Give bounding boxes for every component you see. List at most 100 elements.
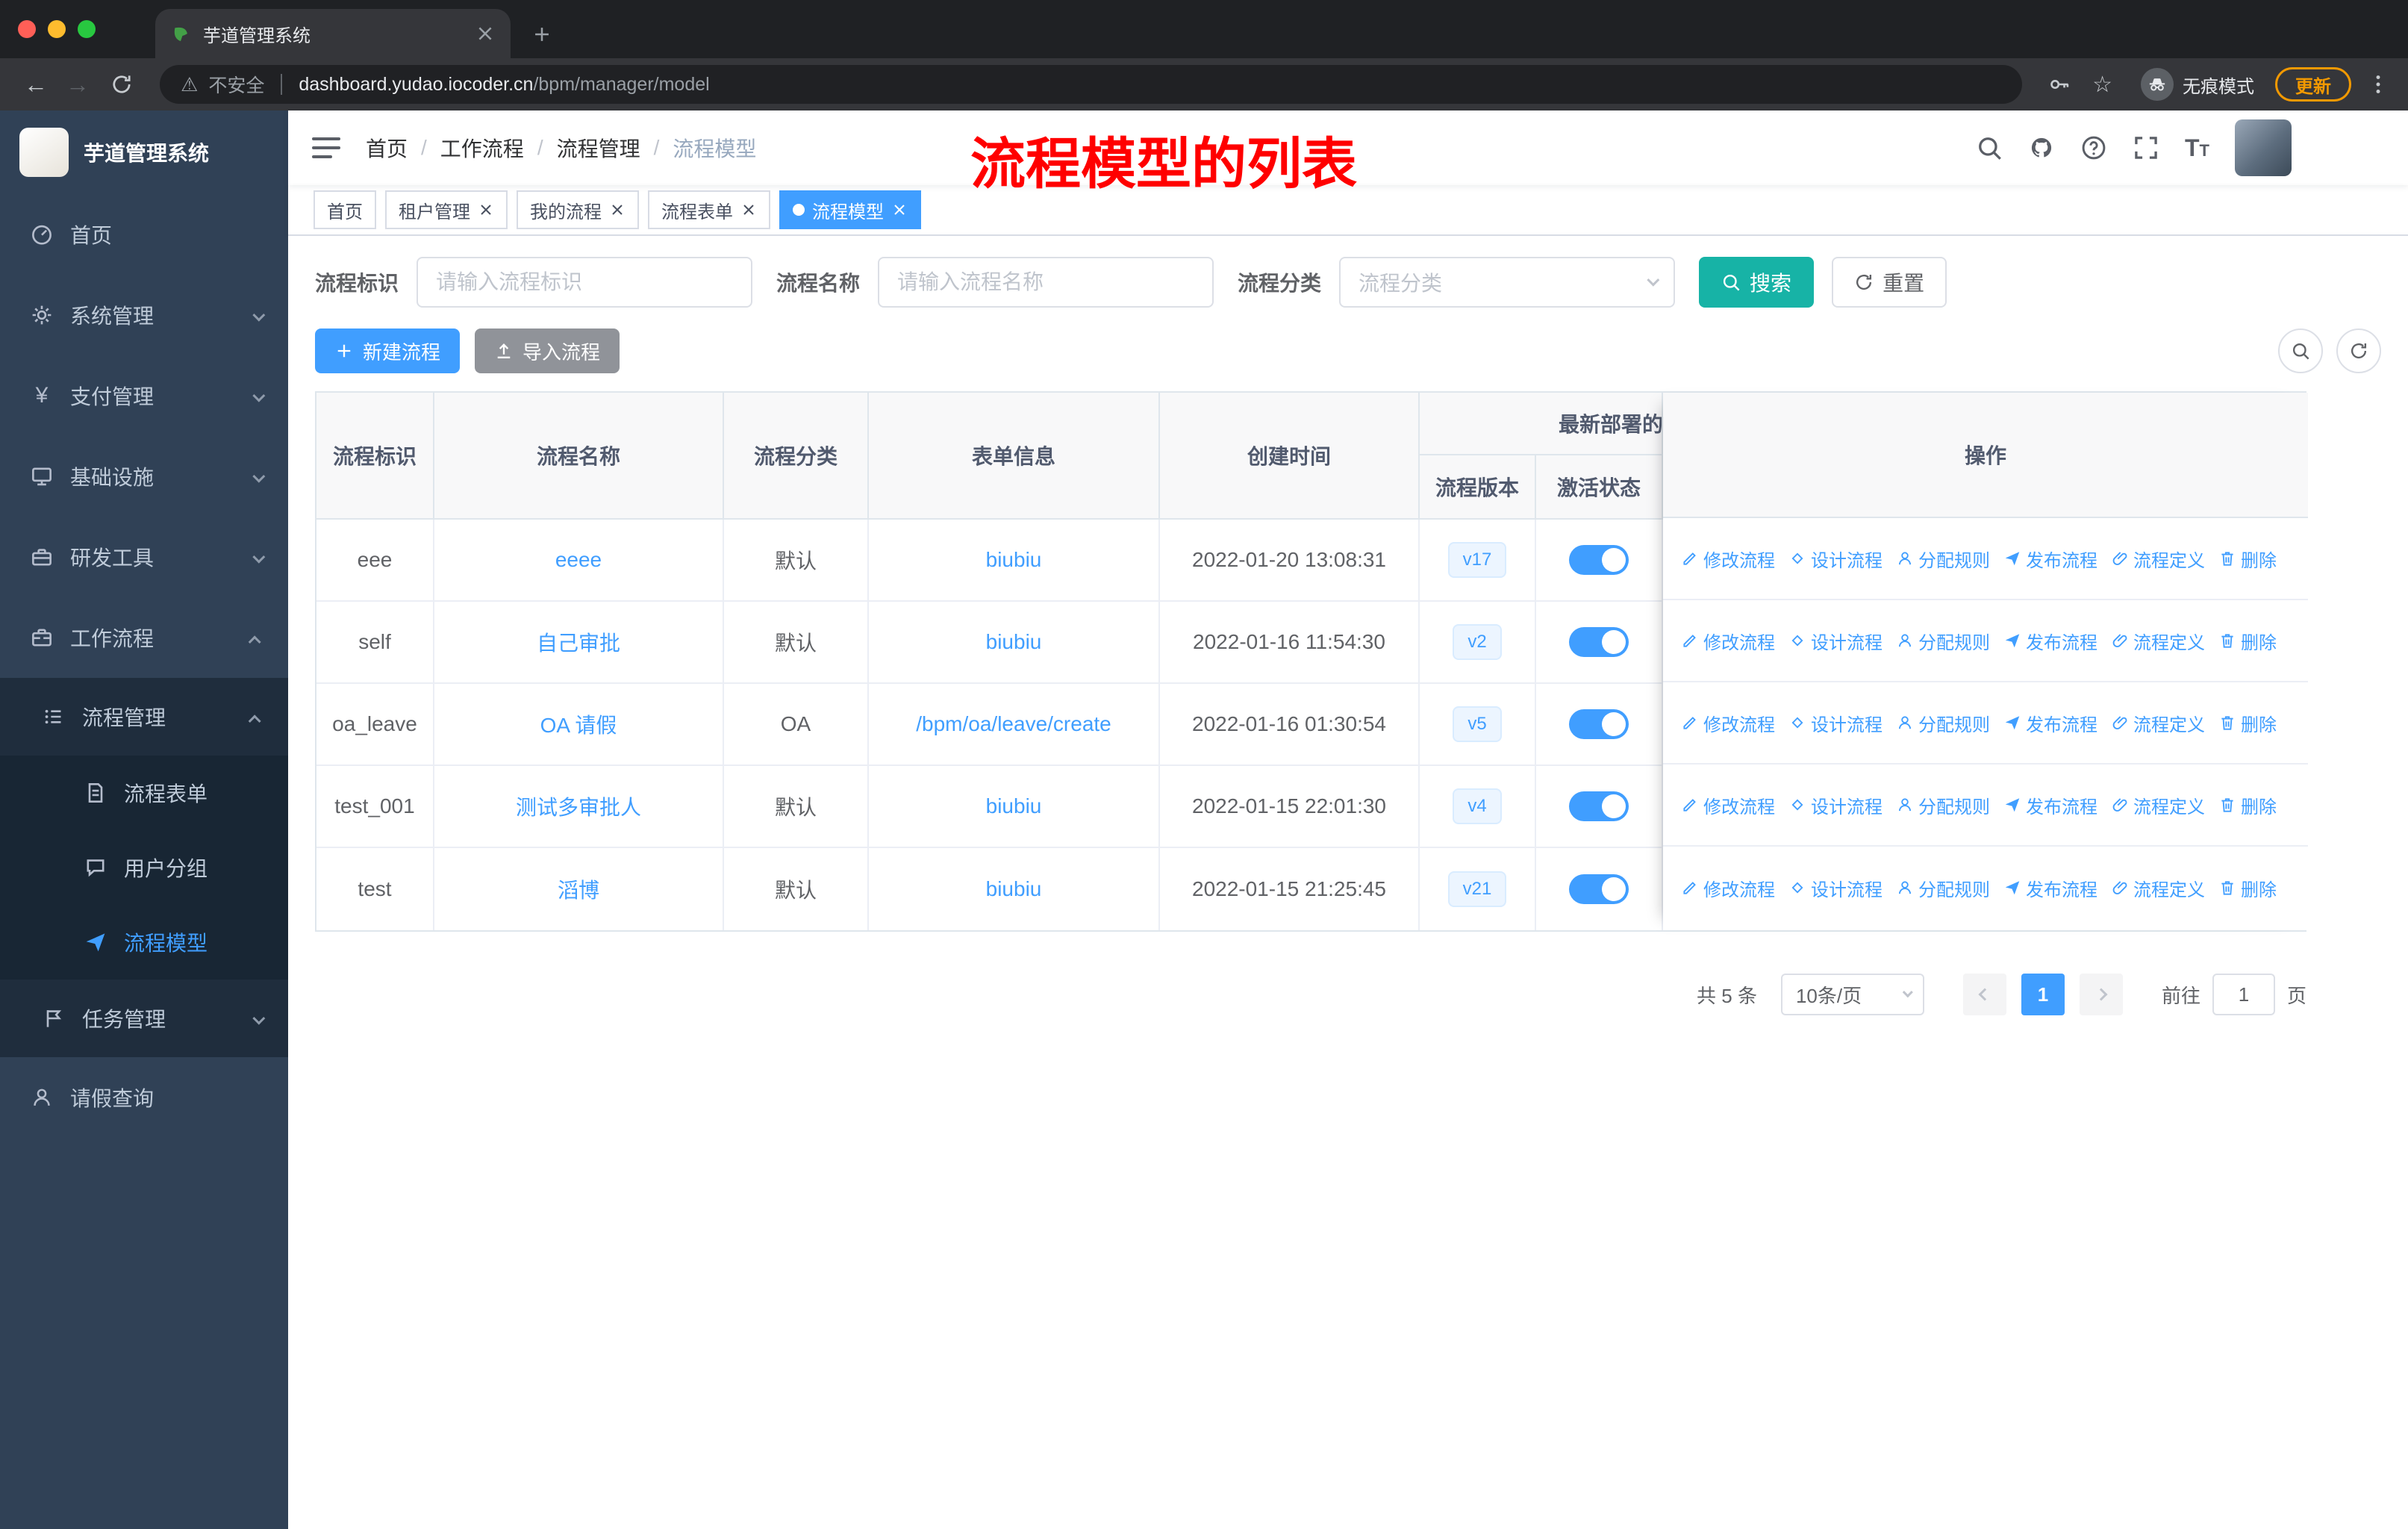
action-design[interactable]: 设计流程: [1788, 546, 1883, 572]
back-icon[interactable]: ←: [18, 71, 54, 99]
process-name-link[interactable]: 滔博: [558, 874, 599, 904]
action-edit[interactable]: 修改流程: [1681, 792, 1775, 818]
action-delete[interactable]: 删除: [2218, 875, 2277, 901]
font-size-icon[interactable]: TT: [2185, 134, 2209, 162]
close-window-button[interactable]: [18, 20, 36, 38]
prev-page-button[interactable]: [1962, 974, 2006, 1015]
tag-flow-model[interactable]: 流程模型: [779, 190, 921, 229]
form-info-link[interactable]: biubiu: [986, 548, 1042, 572]
process-name-link[interactable]: 自己审批: [537, 627, 620, 657]
process-name-link[interactable]: eeee: [555, 548, 602, 572]
forward-icon[interactable]: →: [60, 71, 96, 99]
process-name-input[interactable]: [878, 257, 1214, 308]
form-info-link[interactable]: biubiu: [986, 630, 1042, 654]
tag-tenant-manage[interactable]: 租户管理: [385, 190, 508, 229]
process-name-link[interactable]: OA 请假: [540, 709, 617, 739]
sidebar-item-infra[interactable]: 基础设施: [0, 436, 288, 517]
github-icon[interactable]: [2028, 134, 2055, 161]
tab-close-icon[interactable]: [475, 23, 496, 44]
bookmark-star-icon[interactable]: ☆: [2092, 72, 2112, 98]
browser-menu-icon[interactable]: [2366, 72, 2390, 96]
avatar[interactable]: [2235, 119, 2292, 176]
toggle-search-button[interactable]: [2278, 328, 2323, 373]
action-publish[interactable]: 发布流程: [2003, 710, 2097, 736]
hamburger-icon[interactable]: [312, 137, 340, 158]
form-info-link[interactable]: biubiu: [986, 794, 1042, 818]
action-edit[interactable]: 修改流程: [1681, 628, 1775, 654]
category-select[interactable]: 流程分类: [1339, 257, 1676, 308]
goto-page-input[interactable]: [2212, 974, 2275, 1015]
sidebar-item-user-group[interactable]: 用户分组: [0, 830, 288, 905]
help-icon[interactable]: [2080, 134, 2107, 161]
action-definition[interactable]: 流程定义: [2111, 875, 2205, 901]
activation-toggle[interactable]: [1569, 709, 1629, 739]
reload-icon[interactable]: [110, 73, 133, 96]
next-page-button[interactable]: [2079, 974, 2123, 1015]
tag-flow-form[interactable]: 流程表单: [648, 190, 770, 229]
action-edit[interactable]: 修改流程: [1681, 875, 1775, 901]
sidebar-item-system[interactable]: 系统管理: [0, 275, 288, 355]
activation-toggle[interactable]: [1569, 545, 1629, 575]
action-design[interactable]: 设计流程: [1788, 628, 1883, 654]
form-info-link[interactable]: biubiu: [986, 877, 1042, 901]
action-assign-rule[interactable]: 分配规则: [1896, 710, 1990, 736]
close-icon[interactable]: [740, 202, 757, 218]
create-process-button[interactable]: 新建流程: [315, 328, 461, 373]
reset-button[interactable]: 重置: [1832, 257, 1947, 308]
action-delete[interactable]: 删除: [2218, 792, 2277, 818]
action-delete[interactable]: 删除: [2218, 628, 2277, 654]
action-edit[interactable]: 修改流程: [1681, 546, 1775, 572]
breadcrumb-home[interactable]: 首页: [366, 133, 408, 163]
form-info-link[interactable]: /bpm/oa/leave/create: [916, 712, 1111, 736]
search-icon[interactable]: [1976, 134, 2003, 161]
minimize-window-button[interactable]: [48, 20, 66, 38]
update-button[interactable]: 更新: [2275, 67, 2351, 102]
action-design[interactable]: 设计流程: [1788, 710, 1883, 736]
url-bar[interactable]: ⚠ 不安全 dashboard.yudao.iocoder.cn/bpm/man…: [160, 65, 2023, 104]
sidebar-item-devtools[interactable]: 研发工具: [0, 517, 288, 597]
action-assign-rule[interactable]: 分配规则: [1896, 628, 1990, 654]
action-assign-rule[interactable]: 分配规则: [1896, 546, 1990, 572]
action-edit[interactable]: 修改流程: [1681, 710, 1775, 736]
action-publish[interactable]: 发布流程: [2003, 875, 2097, 901]
sidebar-item-flow-manage[interactable]: 流程管理: [0, 678, 288, 756]
close-icon[interactable]: [891, 202, 908, 218]
page-number-button[interactable]: 1: [2021, 974, 2065, 1015]
sidebar-item-home[interactable]: 首页: [0, 194, 288, 275]
zoom-window-button[interactable]: [78, 20, 96, 38]
browser-tab[interactable]: 芋道管理系统: [155, 9, 511, 58]
action-assign-rule[interactable]: 分配规则: [1896, 792, 1990, 818]
fullscreen-icon[interactable]: [2133, 134, 2159, 161]
sidebar-item-leave-query[interactable]: 请假查询: [0, 1057, 288, 1138]
action-assign-rule[interactable]: 分配规则: [1896, 875, 1990, 901]
tag-my-flow[interactable]: 我的流程: [517, 190, 639, 229]
action-definition[interactable]: 流程定义: [2111, 628, 2205, 654]
action-delete[interactable]: 删除: [2218, 710, 2277, 736]
refresh-table-button[interactable]: [2336, 328, 2381, 373]
sidebar-item-workflow[interactable]: 工作流程: [0, 597, 288, 678]
sidebar-item-flow-form[interactable]: 流程表单: [0, 756, 288, 830]
action-definition[interactable]: 流程定义: [2111, 792, 2205, 818]
close-icon[interactable]: [609, 202, 626, 218]
activation-toggle[interactable]: [1569, 874, 1629, 904]
activation-toggle[interactable]: [1569, 627, 1629, 657]
action-delete[interactable]: 删除: [2218, 546, 2277, 572]
sidebar-item-flow-model[interactable]: 流程模型: [0, 905, 288, 980]
action-publish[interactable]: 发布流程: [2003, 628, 2097, 654]
tag-home[interactable]: 首页: [314, 190, 376, 229]
breadcrumb-flow-manage[interactable]: 流程管理: [557, 133, 640, 163]
password-key-icon[interactable]: [2047, 72, 2071, 96]
page-size-select[interactable]: 10条/页: [1780, 974, 1924, 1015]
sidebar-item-task-manage[interactable]: 任务管理: [0, 980, 288, 1057]
import-process-button[interactable]: 导入流程: [475, 328, 620, 373]
new-tab-button[interactable]: [531, 24, 552, 45]
security-label[interactable]: 不安全: [208, 71, 264, 98]
process-name-link[interactable]: 测试多审批人: [516, 791, 641, 821]
action-design[interactable]: 设计流程: [1788, 875, 1883, 901]
activation-toggle[interactable]: [1569, 791, 1629, 821]
action-definition[interactable]: 流程定义: [2111, 710, 2205, 736]
action-publish[interactable]: 发布流程: [2003, 546, 2097, 572]
sidebar-item-payment[interactable]: ¥ 支付管理: [0, 355, 288, 436]
process-id-input[interactable]: [417, 257, 753, 308]
close-icon[interactable]: [478, 202, 494, 218]
